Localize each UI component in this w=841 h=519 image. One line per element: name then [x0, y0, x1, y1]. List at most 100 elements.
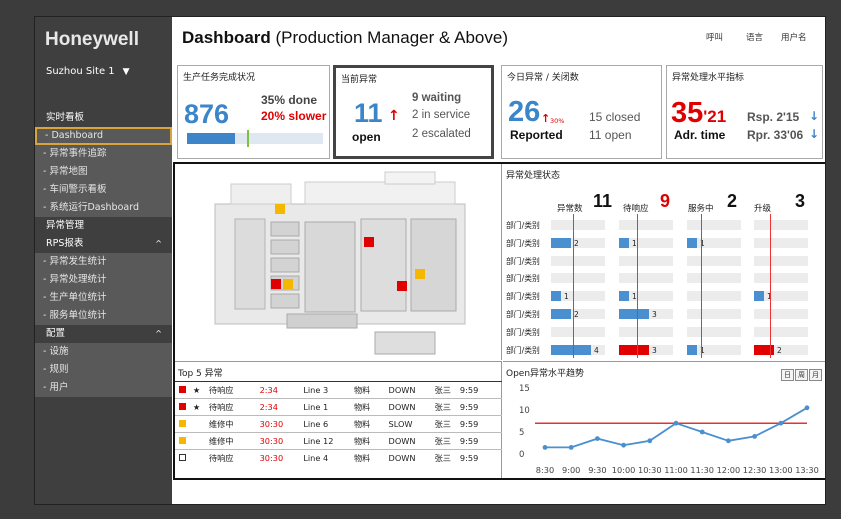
- status-bar[interactable]: [754, 291, 764, 302]
- nav-header-realtime[interactable]: 实时看板: [35, 109, 172, 127]
- status-bar[interactable]: [687, 344, 697, 355]
- status-bar-track: [754, 326, 808, 337]
- data-point[interactable]: [778, 420, 784, 426]
- status-bar[interactable]: [754, 344, 774, 355]
- page-title-rest: (Production Manager & Above): [270, 28, 508, 47]
- top5-row[interactable]: ★ 待响应 2:34 Line 1 物料 DOWN 张三 9:59: [175, 398, 502, 416]
- top5-type: 物料: [349, 398, 385, 416]
- status-bar-track: [687, 273, 741, 284]
- kpi-current-value: 11: [354, 98, 383, 128]
- map-marker[interactable]: [275, 204, 285, 214]
- nav-item-users[interactable]: - 用户: [35, 379, 172, 397]
- x-tick-label: 11:00: [664, 465, 688, 475]
- top5-marker: [175, 432, 189, 450]
- nav-item-rules[interactable]: - 规则: [35, 361, 172, 379]
- nav-item-facilities[interactable]: - 设施: [35, 343, 172, 361]
- map-marker[interactable]: [364, 237, 374, 247]
- status-bar-track: [619, 273, 673, 284]
- status-bar[interactable]: [619, 237, 629, 248]
- data-point[interactable]: [699, 429, 705, 435]
- status-bar[interactable]: [619, 344, 649, 355]
- language-link[interactable]: 语言: [746, 31, 763, 43]
- nav-item-production-unit-stats[interactable]: - 生产单位统计: [35, 289, 172, 307]
- status-bar-track: [754, 237, 808, 248]
- map-marker[interactable]: [397, 281, 407, 291]
- site-selector[interactable]: Suzhou Site 1 ▼: [46, 66, 130, 77]
- status-bar[interactable]: [551, 309, 571, 319]
- nav-item-system-dashboard[interactable]: - 系统运行Dashboard: [35, 199, 172, 217]
- data-point[interactable]: [752, 434, 757, 439]
- status-bar[interactable]: [619, 309, 649, 319]
- top5-row[interactable]: ★ 待响应 2:34 Line 3 物料 DOWN 张三 9:59: [175, 381, 502, 399]
- count-value-in-service: 2: [727, 191, 738, 211]
- nav-header-rps[interactable]: RPS报表 ^: [35, 235, 172, 253]
- page-title: Dashboard (Production Manager & Above): [182, 28, 508, 48]
- top5-state: DOWN: [384, 449, 431, 467]
- map-zone: [410, 218, 457, 312]
- top5-status: 待响应: [204, 398, 256, 416]
- x-tick-label: 8:30: [536, 465, 554, 475]
- site-label: Suzhou Site 1: [46, 66, 115, 77]
- map-zone: [304, 221, 356, 313]
- nav-header-config[interactable]: 配置 ^: [35, 325, 172, 343]
- kpi-production-slower: 20% slower: [261, 109, 327, 123]
- nav-item-workshop-board[interactable]: - 车间警示看板: [35, 181, 172, 199]
- status-bar-track: [687, 326, 741, 337]
- data-point[interactable]: [804, 405, 810, 411]
- data-point[interactable]: [673, 420, 679, 426]
- status-bar[interactable]: [551, 291, 561, 302]
- y-tick-label: 5: [519, 428, 524, 438]
- map-zone: [234, 218, 266, 310]
- status-title: 异常处理状态: [506, 171, 561, 181]
- nav-item-exception-map[interactable]: - 异常地图: [35, 163, 172, 181]
- data-point[interactable]: [568, 445, 574, 450]
- map-marker[interactable]: [415, 269, 425, 279]
- nav-header-exception-mgmt[interactable]: 异常管理: [35, 217, 172, 235]
- nav-item-event-tracking[interactable]: - 异常事件追踪: [35, 145, 172, 163]
- status-row-label: 部门/类别: [506, 292, 540, 302]
- nav-item-service-unit-stats[interactable]: - 服务单位统计: [35, 307, 172, 325]
- caret-down-icon: ▼: [122, 67, 130, 77]
- nav-item-occurrence-stats[interactable]: - 异常发生统计: [35, 253, 172, 271]
- map-marker[interactable]: [271, 279, 281, 289]
- severity-marker-icon: [179, 437, 186, 444]
- status-bar[interactable]: [551, 237, 571, 248]
- status-bar-track: [687, 220, 741, 230]
- kpi-production: 生产任务完成状况 876 35% done 20% slower: [177, 65, 330, 159]
- x-tick-label: 12:30: [743, 465, 767, 475]
- nav-item-handling-stats[interactable]: - 异常处理统计: [35, 271, 172, 289]
- top5-row[interactable]: 待响应 30:30 Line 4 物料 DOWN 张三 9:59: [175, 449, 502, 467]
- status-bar[interactable]: [551, 344, 591, 355]
- map-marker[interactable]: [283, 279, 293, 289]
- top5-elapsed: 30:30: [255, 432, 300, 450]
- status-bar-value: 3: [652, 345, 657, 355]
- brand-logo: Honeywell: [45, 29, 139, 50]
- top5-row[interactable]: 维修中 30:30 Line 6 物料 SLOW 张三 9:59: [175, 415, 502, 433]
- arrow-up-icon: ↑: [388, 108, 400, 124]
- kpi-handling-level: 异常处理水平指标 35'21 Adr. time Rsp. 2'15 ↓ Rpr…: [666, 65, 823, 159]
- top5-state: SLOW: [384, 415, 431, 433]
- status-bar[interactable]: [687, 237, 697, 248]
- top5-line: Line 12: [299, 432, 350, 450]
- y-tick-label: 0: [519, 450, 524, 460]
- status-bar[interactable]: [619, 291, 629, 302]
- top5-row[interactable]: 维修中 30:30 Line 12 物料 DOWN 张三 9:59: [175, 432, 502, 450]
- data-point[interactable]: [647, 438, 653, 444]
- data-point[interactable]: [542, 445, 548, 450]
- kpi-current-in-service: 2 in service: [412, 109, 471, 121]
- chevron-up-icon: ^: [155, 239, 162, 248]
- top5-status: 待响应: [204, 381, 256, 399]
- username-link[interactable]: 用户名: [781, 31, 807, 43]
- count-label-waiting: 待响应: [623, 204, 649, 214]
- top5-type: 物料: [349, 432, 385, 450]
- data-point[interactable]: [621, 442, 626, 448]
- status-bar-value: 3: [652, 310, 657, 319]
- call-link[interactable]: 呼叫: [706, 31, 723, 43]
- status-bar-track: [551, 255, 605, 266]
- status-bar-value: 2: [777, 345, 782, 355]
- kpi-today-pct: 30%: [550, 117, 565, 125]
- data-point[interactable]: [726, 438, 731, 444]
- nav-item-dashboard[interactable]: - Dashboard: [35, 127, 172, 145]
- data-point[interactable]: [595, 436, 600, 441]
- kpi-handling-value-main: 35: [671, 97, 704, 129]
